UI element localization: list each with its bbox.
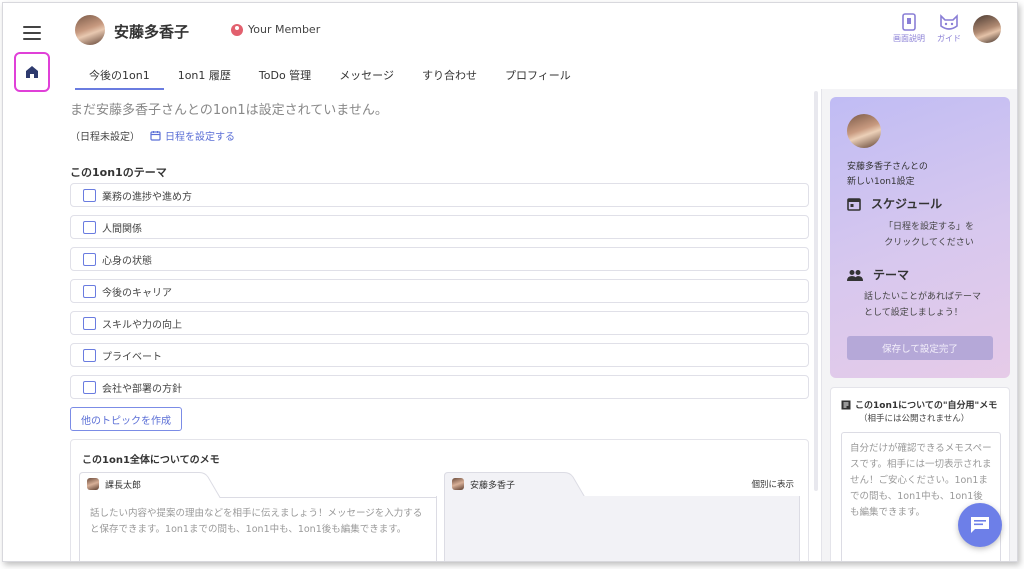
chat-button[interactable] [958,503,1002,547]
avatar [452,478,464,490]
theme-item[interactable]: 人間関係 [70,215,809,239]
theme-instruction-line1: 話したいことがあればテーマ [864,292,982,302]
chat-icon [971,517,989,533]
checkbox[interactable] [83,188,96,202]
setup-guide-card: 安藤多香子さんとの 新しい1on1設定 スケジュール 「日程を設定する」を クリ… [830,97,1010,378]
schedule-instruction: 「日程を設定する」を クリックしてください [874,219,984,251]
memo-tab-head: 安藤多香子 [444,472,515,496]
theme-label: 会社や部署の方針 [102,383,182,395]
private-memo-title-label: この1on1についての"自分用"メモ [855,401,998,411]
main-scrollbar[interactable] [814,91,818,491]
tab-todo[interactable]: ToDo 管理 [245,63,325,90]
schedule-instruction-line2: クリックしてください [884,238,974,248]
tab-upcoming-1on1[interactable]: 今後の1on1 [75,63,164,90]
theme-label: 人間関係 [102,223,142,235]
home-button[interactable] [14,52,50,92]
tab-history[interactable]: 1on1 履歴 [164,63,245,90]
schedule-heading-label: スケジュール [871,197,943,211]
member-label: Your Member [248,23,321,36]
save-and-complete-button[interactable]: 保存して設定完了 [847,336,993,360]
avatar[interactable] [75,15,105,45]
theme-instruction: 話したいことがあればテーマ として設定しましょう！ [864,289,994,321]
guide-intro-line1: 安藤多香子さんとの [847,162,928,172]
memo-card-member: 安藤多香子 [444,472,800,561]
overall-memo-section: この1on1全体についてのメモ 課長太郎 話したい内容や提案の理由などを相手に伝… [70,439,809,561]
right-panel: 安藤多香子さんとの 新しい1on1設定 スケジュール 「日程を設定する」を クリ… [821,89,1017,561]
schedule-row: （日程未設定） 日程を設定する [70,128,235,143]
theme-heading: テーマ [847,266,909,283]
calendar-icon [150,131,161,141]
theme-label: 今後のキャリア [102,287,172,299]
app-window: 安藤多香子 Your Member 画面説明 ガイド 今後の1on1 1on1 … [2,2,1018,562]
phone-guide-icon [902,13,916,31]
hamburger-menu-icon[interactable] [23,26,41,40]
memo-placeholder: 話したい内容や提案の理由などを相手に伝えましょう！メッセージを入力すると保存でき… [90,508,423,535]
person-icon [231,23,243,36]
my-avatar[interactable] [973,15,1001,43]
memo-section-title: この1on1全体についてのメモ [82,455,220,466]
guide-intro: 安藤多香子さんとの 新しい1on1設定 [847,160,928,190]
user-name: 安藤多香子 [114,23,190,41]
checkbox[interactable] [83,252,96,266]
theme-item[interactable]: 業務の進捗や進め方 [70,183,809,207]
theme-list: 業務の進捗や進め方 人間関係 心身の状態 今後のキャリア スキルや力の向上 プラ… [70,183,809,407]
private-memo-title: この1on1についての"自分用"メモ [841,398,997,411]
main-content: まだ安藤多香子さんとの1on1は設定されていません。 （日程未設定） 日程を設定… [59,91,819,561]
avatar [847,114,881,148]
checkbox[interactable] [83,284,96,298]
tab-bar: 今後の1on1 1on1 履歴 ToDo 管理 メッセージ すり合わせ プロフィ… [75,63,585,90]
theme-section-title: この1on1のテーマ [70,166,167,179]
theme-label: 心身の状態 [102,255,152,267]
theme-label: プライベート [102,351,162,363]
memo-card-manager: 課長太郎 話したい内容や提案の理由などを相手に伝えましょう！メッセージを入力する… [79,472,437,561]
memo-tab-head: 課長太郎 [79,472,141,496]
tab-alignment[interactable]: すり合わせ [408,63,491,90]
memo-author-name: 課長太郎 [105,480,142,491]
memo-readonly-area [444,496,800,561]
checkbox[interactable] [83,316,96,330]
theme-item[interactable]: 会社や部署の方針 [70,375,809,399]
checkbox[interactable] [83,348,96,362]
page-header: 安藤多香子 Your Member 画面説明 ガイド [59,3,1017,59]
schedule-instruction-line1: 「日程を設定する」を [883,222,974,232]
theme-item[interactable]: スキルや力の向上 [70,311,809,335]
theme-instruction-line2: として設定しましょう！ [864,308,963,318]
tab-messages[interactable]: メッセージ [325,63,408,90]
theme-label: 業務の進捗や進め方 [102,191,192,203]
guide-label: ガイド [937,34,961,43]
member-badge: Your Member [231,23,320,36]
theme-item[interactable]: 今後のキャリア [70,279,809,303]
individual-view-toggle[interactable]: 個別に表示 [751,478,794,490]
theme-label: スキルや力の向上 [102,319,182,331]
not-scheduled-notice: まだ安藤多香子さんとの1on1は設定されていません。 [70,103,388,118]
left-rail [3,3,59,561]
no-schedule-label: （日程未設定） [70,132,140,143]
people-icon [847,269,863,281]
theme-item[interactable]: 心身の状態 [70,247,809,271]
guide-button[interactable]: ガイド [937,13,961,44]
set-schedule-label: 日程を設定する [165,132,235,143]
calendar-icon [847,197,861,211]
avatar [87,478,99,490]
tab-profile[interactable]: プロフィール [491,63,585,90]
checkbox[interactable] [83,220,96,234]
memo-author-name: 安藤多香子 [470,480,516,491]
screen-guide-button[interactable]: 画面説明 [893,13,925,44]
add-topic-button[interactable]: 他のトピックを作成 [70,407,182,431]
screen-guide-label: 画面説明 [893,34,925,43]
home-icon [26,66,38,78]
note-icon [841,400,851,409]
schedule-heading: スケジュール [847,195,942,212]
guide-intro-line2: 新しい1on1設定 [847,177,915,187]
theme-heading-label: テーマ [873,268,910,282]
set-schedule-link[interactable]: 日程を設定する [150,128,235,143]
checkbox[interactable] [83,380,96,394]
theme-item[interactable]: プライベート [70,343,809,367]
private-memo-subtitle: （相手には公開されません） [859,414,970,424]
cat-guide-icon [940,14,958,30]
